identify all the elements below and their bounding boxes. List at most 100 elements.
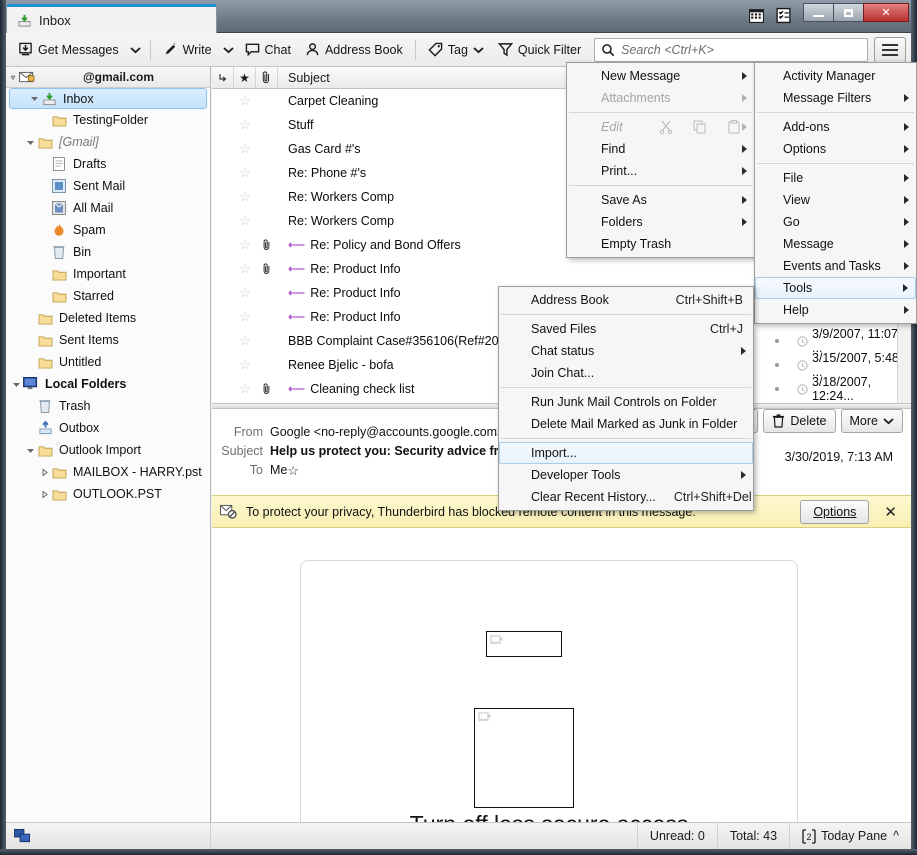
twisty-right-icon[interactable] xyxy=(38,490,50,499)
folder-item-gmail[interactable]: [Gmail] xyxy=(6,131,210,153)
star-cell[interactable]: ☆ xyxy=(234,309,256,325)
quick-filter-button[interactable]: Quick Filter xyxy=(491,37,588,63)
search-input[interactable]: Search <Ctrl+K> xyxy=(594,37,868,62)
to-value[interactable]: Me xyxy=(270,461,287,480)
submenu-arrow-icon xyxy=(741,347,746,355)
main-menu-item-options[interactable]: Options xyxy=(755,138,916,160)
main-menu-item-help[interactable]: Help xyxy=(755,299,916,321)
close-button[interactable]: ✕ xyxy=(863,3,909,22)
address-book-button[interactable]: Address Book xyxy=(298,37,410,63)
main-menu-item-file[interactable]: File xyxy=(755,167,916,189)
folder-item-bin[interactable]: Bin xyxy=(6,241,210,263)
tools-menu-item-run-junk-mail-controls-on-folder[interactable]: Run Junk Mail Controls on Folder xyxy=(499,391,753,413)
star-cell[interactable]: ☆ xyxy=(234,213,256,229)
tools-menu-item-developer-tools[interactable]: Developer Tools xyxy=(499,464,753,486)
star-cell[interactable]: ☆ xyxy=(234,333,256,349)
folder-item-sent-items[interactable]: Sent Items xyxy=(6,329,210,351)
folder-item-all-mail[interactable]: All Mail xyxy=(6,197,210,219)
folder-item-mailbox-harry-pst[interactable]: MAILBOX - HARRY.pst xyxy=(6,461,210,483)
app-menu-item-folders[interactable]: Folders xyxy=(567,211,754,233)
copy-icon[interactable] xyxy=(693,120,707,134)
submenu-arrow-icon xyxy=(904,262,909,270)
folder-item-outlook-pst[interactable]: OUTLOOK.PST xyxy=(6,483,210,505)
minimize-button[interactable] xyxy=(803,3,834,22)
tools-menu-item-import[interactable]: Import... xyxy=(499,442,753,464)
write-button[interactable]: Write xyxy=(156,37,219,63)
star-cell[interactable]: ☆ xyxy=(234,93,256,109)
main-menu-item-events-and-tasks[interactable]: Events and Tasks xyxy=(755,255,916,277)
tools-menu-item-saved-files[interactable]: Saved Files Ctrl+J xyxy=(499,318,753,340)
folder-item-trash[interactable]: Trash xyxy=(6,395,210,417)
app-menu-button[interactable] xyxy=(874,36,906,63)
star-cell[interactable]: ☆ xyxy=(234,165,256,181)
paste-icon[interactable] xyxy=(727,120,741,134)
get-messages-dropdown[interactable] xyxy=(126,37,145,63)
notification-close-icon[interactable]: ✕ xyxy=(878,503,903,521)
main-menu-item-message[interactable]: Message xyxy=(755,233,916,255)
today-pane-toggle[interactable]: 2 Today Pane ^ xyxy=(789,823,911,849)
twisty-down-icon[interactable] xyxy=(28,94,40,103)
notification-options-button[interactable]: Options xyxy=(800,499,870,524)
star-cell[interactable]: ☆ xyxy=(234,357,256,373)
folder-item-testingfolder[interactable]: TestingFolder xyxy=(6,109,210,131)
twisty-down-icon[interactable] xyxy=(24,138,36,147)
star-cell[interactable]: ☆ xyxy=(234,189,256,205)
folder-item-drafts[interactable]: Drafts xyxy=(6,153,210,175)
app-menu-item-print[interactable]: Print... xyxy=(567,160,754,182)
tools-menu-item-delete-mail-marked-as-junk-in-folder[interactable]: Delete Mail Marked as Junk in Folder xyxy=(499,413,753,435)
star-cell[interactable]: ☆ xyxy=(234,141,256,157)
tools-menu-item-address-book[interactable]: Address Book Ctrl+Shift+B xyxy=(499,289,753,311)
star-column-header[interactable]: ★ xyxy=(234,67,256,88)
tag-label: Tag xyxy=(447,42,468,57)
folder-item-inbox[interactable]: Inbox xyxy=(9,88,207,109)
chat-button[interactable]: Chat xyxy=(238,37,298,63)
tasks-icon[interactable] xyxy=(775,7,792,24)
app-menu-item-attachments[interactable]: Attachments xyxy=(567,87,754,109)
folder-item-important[interactable]: Important xyxy=(6,263,210,285)
calendar-icon[interactable] xyxy=(748,7,765,24)
main-menu-item-activity-manager[interactable]: Activity Manager xyxy=(755,65,916,87)
app-menu-item-new-message[interactable]: New Message xyxy=(567,65,754,87)
tools-menu-item-clear-recent-history[interactable]: Clear Recent History... Ctrl+Shift+Del xyxy=(499,486,753,508)
folder-item-outbox[interactable]: Outbox xyxy=(6,417,210,439)
tag-button[interactable]: Tag xyxy=(421,37,491,63)
to-star-icon[interactable]: ☆ xyxy=(287,461,299,480)
star-cell[interactable]: ☆ xyxy=(234,261,256,277)
more-button[interactable]: More xyxy=(840,409,903,433)
star-cell[interactable]: ☆ xyxy=(234,285,256,301)
twisty-right-icon[interactable] xyxy=(38,468,50,477)
attachment-column-header[interactable] xyxy=(256,67,278,88)
maximize-button[interactable] xyxy=(833,3,864,22)
from-value[interactable]: Google <no-reply@accounts.google.com> xyxy=(270,423,504,442)
twisty-down-icon[interactable] xyxy=(10,380,22,389)
star-cell[interactable]: ☆ xyxy=(234,237,256,253)
folder-item-deleted-items[interactable]: Deleted Items xyxy=(6,307,210,329)
twisty-down-icon[interactable] xyxy=(24,446,36,455)
main-menu-item-view[interactable]: View xyxy=(755,189,916,211)
main-menu-item-go[interactable]: Go xyxy=(755,211,916,233)
tools-menu-item-join-chat[interactable]: Join Chat... xyxy=(499,362,753,384)
folder-item-sent-mail[interactable]: Sent Mail xyxy=(6,175,210,197)
folder-item-untitled[interactable]: Untitled xyxy=(6,351,210,373)
app-menu-item-edit[interactable]: Edit xyxy=(567,116,754,138)
tools-menu-item-chat-status[interactable]: Chat status xyxy=(499,340,753,362)
star-cell[interactable]: ☆ xyxy=(234,117,256,133)
star-cell[interactable]: ☆ xyxy=(234,381,256,397)
delete-button[interactable]: Delete xyxy=(763,409,836,433)
cut-icon[interactable] xyxy=(659,120,673,134)
folder-item-local-folders[interactable]: Local Folders xyxy=(6,373,210,395)
folder-item-starred[interactable]: Starred xyxy=(6,285,210,307)
main-menu-item-add-ons[interactable]: Add-ons xyxy=(755,116,916,138)
folder-item-outlook-import[interactable]: Outlook Import xyxy=(6,439,210,461)
app-menu-item-save-as[interactable]: Save As xyxy=(567,189,754,211)
folder-item-spam[interactable]: Spam xyxy=(6,219,210,241)
thread-column-header[interactable] xyxy=(212,67,234,88)
app-menu-item-find[interactable]: Find xyxy=(567,138,754,160)
main-menu-item-message-filters[interactable]: Message Filters xyxy=(755,87,916,109)
get-messages-button[interactable]: Get Messages xyxy=(11,37,126,63)
write-dropdown[interactable] xyxy=(219,37,238,63)
account-header[interactable]: ▿ @gmail.com xyxy=(6,67,210,88)
tab-inbox[interactable]: Inbox xyxy=(6,4,217,33)
app-menu-item-empty-trash[interactable]: Empty Trash xyxy=(567,233,754,255)
main-menu-item-tools[interactable]: Tools xyxy=(755,277,916,299)
